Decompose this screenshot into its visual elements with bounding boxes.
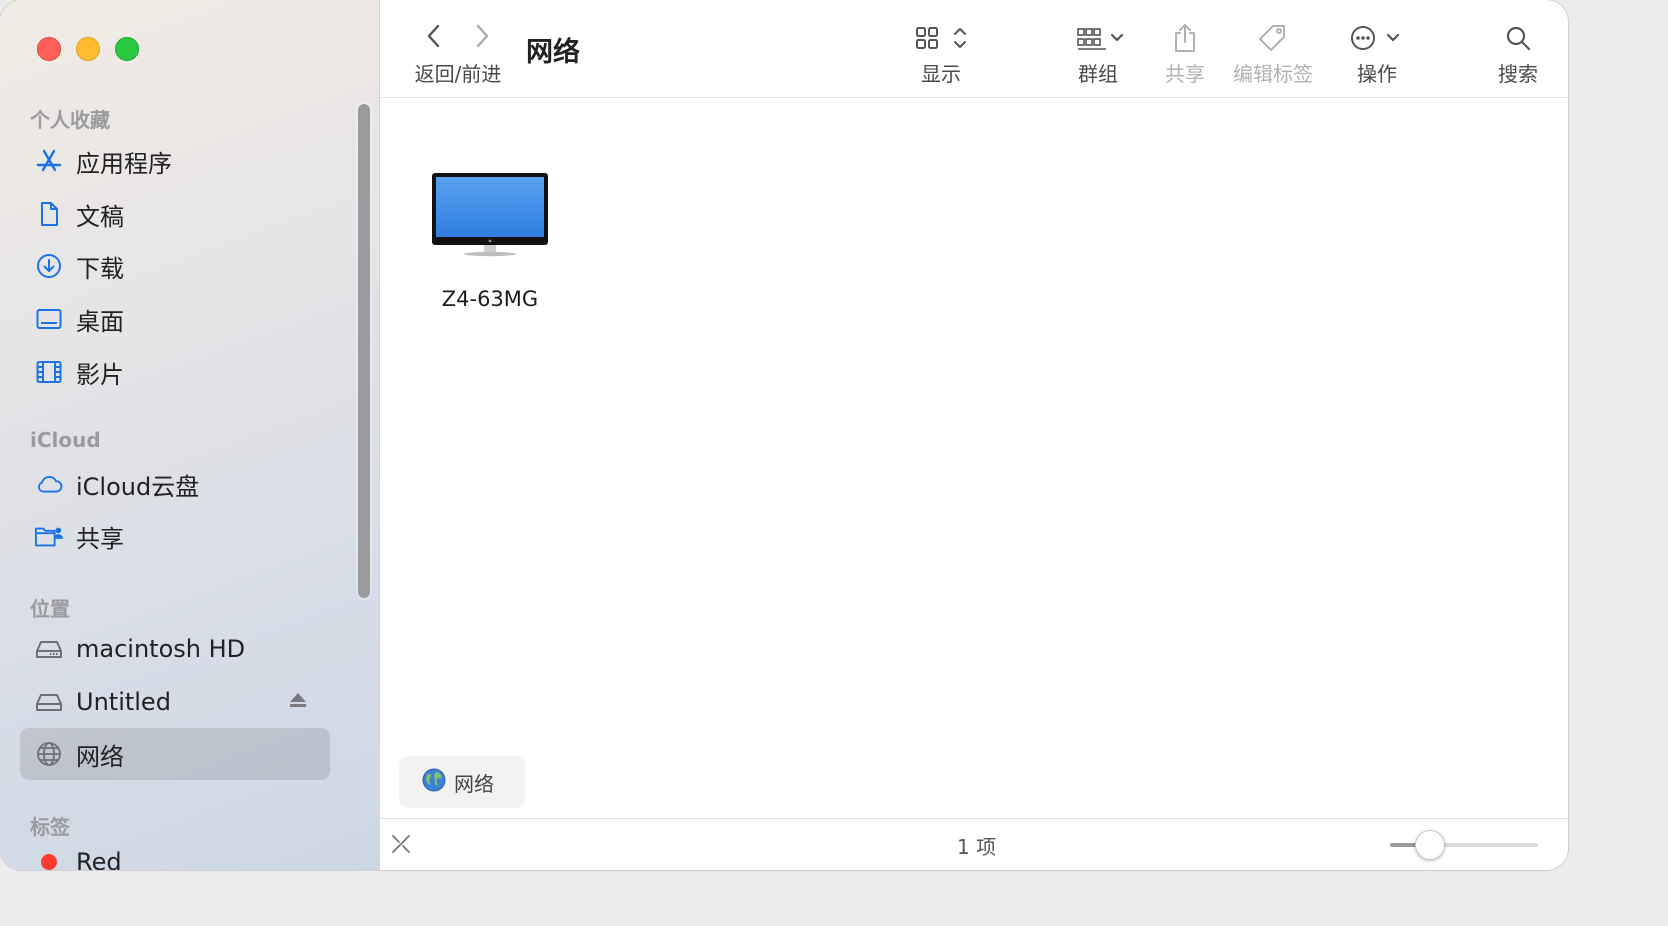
network-item[interactable]: Z4-63MG xyxy=(420,169,560,311)
sidebar-item-label: 下载 xyxy=(76,254,124,283)
action-button[interactable]: 操作 xyxy=(1346,18,1408,87)
more-icon xyxy=(1350,18,1404,58)
search-icon xyxy=(1504,18,1532,58)
sidebar-item-documents[interactable]: 文稿 xyxy=(20,188,330,240)
close-button[interactable] xyxy=(37,37,61,61)
tags-label: 编辑标签 xyxy=(1233,62,1313,86)
sidebar-item-label: Untitled xyxy=(76,688,171,716)
sidebar-item-label: Red xyxy=(76,848,122,870)
sidebar-item-label: 文稿 xyxy=(76,202,124,231)
action-label: 操作 xyxy=(1357,62,1397,86)
sidebar-item-label: iCloud云盘 xyxy=(76,472,200,501)
path-bar[interactable]: 网络 xyxy=(399,756,525,808)
eject-icon[interactable] xyxy=(288,690,308,714)
sidebar-item-label: 应用程序 xyxy=(76,149,172,178)
sidebar-item-network[interactable]: 网络 xyxy=(20,728,330,780)
sidebar-item-label: 影片 xyxy=(76,360,124,389)
share-icon xyxy=(1171,18,1199,58)
group-icon xyxy=(1068,18,1128,58)
edit-tags-button[interactable]: 编辑标签 xyxy=(1230,18,1316,87)
nav-buttons xyxy=(424,18,492,58)
drive-icon xyxy=(34,687,64,717)
sidebar-item-untitled[interactable]: Untitled xyxy=(20,676,330,728)
sidebar-section-favorites: 个人收藏 xyxy=(30,108,110,132)
group-button[interactable]: 群组 xyxy=(1062,18,1134,87)
shared-folder-icon xyxy=(34,521,64,551)
zoom-button[interactable] xyxy=(115,37,139,61)
sidebar: 个人收藏 应用程序 文稿 下载 桌面 影片 iCloud iCloud云盘 共享… xyxy=(0,0,380,870)
sidebar-item-movies[interactable]: 影片 xyxy=(20,346,330,398)
view-label: 显示 xyxy=(921,62,961,86)
sidebar-scrollbar[interactable] xyxy=(356,102,372,600)
view-button[interactable]: 显示 xyxy=(906,18,976,87)
window-title: 网络 xyxy=(526,37,580,68)
sidebar-item-shared[interactable]: 共享 xyxy=(20,510,330,562)
sidebar-section-locations: 位置 xyxy=(30,597,70,621)
back-button[interactable] xyxy=(424,22,444,54)
sidebar-item-macintosh-hd[interactable]: macintosh HD xyxy=(20,623,330,675)
scrollbar-thumb[interactable] xyxy=(358,104,370,598)
group-label: 群组 xyxy=(1078,62,1118,86)
path-label: 网络 xyxy=(454,771,494,796)
sidebar-item-downloads[interactable]: 下载 xyxy=(20,240,330,292)
forward-button[interactable] xyxy=(472,22,492,54)
item-count: 1 项 xyxy=(957,835,997,859)
document-icon xyxy=(34,199,64,229)
slider-knob[interactable] xyxy=(1415,830,1445,860)
globe-icon xyxy=(422,768,446,796)
icon-size-slider[interactable] xyxy=(1390,830,1538,860)
download-icon xyxy=(34,251,64,281)
toolbar: 返回/前进 网络 显示 群组 共享 编辑标签 操作 搜索 xyxy=(380,0,1568,98)
desktop-icon xyxy=(34,304,64,334)
sidebar-item-icloud-drive[interactable]: iCloud云盘 xyxy=(20,458,330,510)
sidebar-item-tag-red[interactable]: Red xyxy=(20,836,330,870)
computer-icon xyxy=(430,169,550,263)
sidebar-item-applications[interactable]: 应用程序 xyxy=(20,135,330,187)
view-icon xyxy=(914,18,968,58)
share-button[interactable]: 共享 xyxy=(1158,18,1212,87)
nav-label: 返回/前进 xyxy=(414,62,502,86)
sidebar-section-icloud: iCloud xyxy=(30,428,101,452)
search-button[interactable]: 搜索 xyxy=(1494,18,1542,87)
search-label: 搜索 xyxy=(1498,62,1538,86)
sidebar-item-label: 网络 xyxy=(76,742,124,771)
nav-group: 返回/前进 xyxy=(408,18,508,87)
file-browser: Z4-63MG 网络 xyxy=(380,99,1568,819)
tag-icon xyxy=(1257,18,1289,58)
minimize-button[interactable] xyxy=(76,37,100,61)
item-name: Z4-63MG xyxy=(441,287,539,311)
sidebar-item-desktop[interactable]: 桌面 xyxy=(20,293,330,345)
share-label: 共享 xyxy=(1165,62,1205,86)
collapse-icon[interactable] xyxy=(390,833,412,859)
drive-icon xyxy=(34,634,64,664)
sidebar-item-label: 共享 xyxy=(76,524,124,553)
status-bar: 1 项 xyxy=(380,818,1568,870)
applications-icon xyxy=(34,146,64,176)
red-tag-icon xyxy=(34,847,64,870)
cloud-icon xyxy=(34,469,64,499)
finder-window: 个人收藏 应用程序 文稿 下载 桌面 影片 iCloud iCloud云盘 共享… xyxy=(0,0,1568,870)
sidebar-item-label: 桌面 xyxy=(76,307,124,336)
sidebar-item-label: macintosh HD xyxy=(76,635,246,663)
window-controls xyxy=(37,37,139,61)
globe-icon xyxy=(34,739,64,769)
film-icon xyxy=(34,357,64,387)
